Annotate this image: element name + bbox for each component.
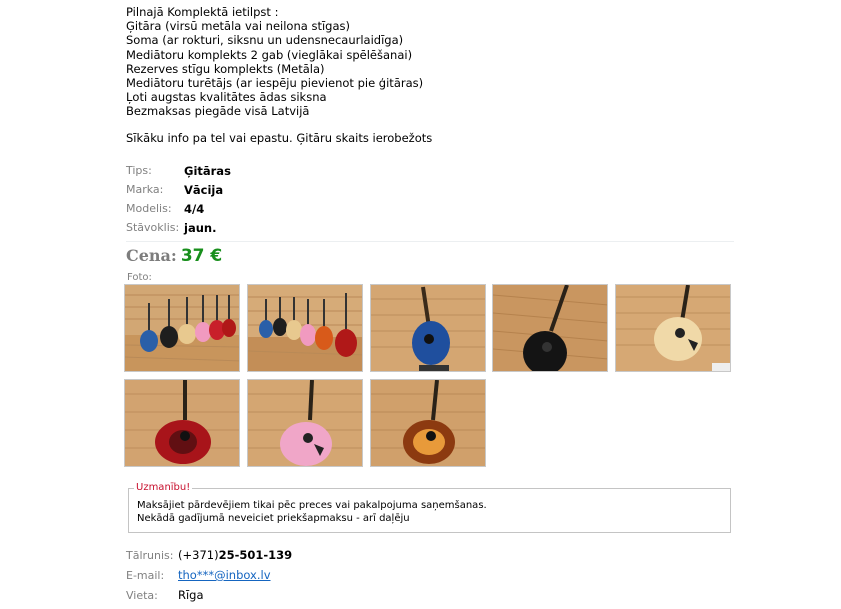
description-line: Ļoti augstas kvalitātes ādas siksna bbox=[126, 90, 327, 105]
spec-value: Ģitāras bbox=[184, 163, 231, 178]
spec-value: 4/4 bbox=[184, 201, 205, 216]
email-label: E-mail: bbox=[126, 568, 165, 582]
photos-label: Foto: bbox=[127, 272, 152, 283]
guitar-group-photo-icon bbox=[125, 285, 239, 371]
price-block: Cena: 37 € bbox=[126, 246, 222, 266]
natural-guitar-photo-icon bbox=[616, 285, 730, 371]
warning-title: Uzmanību! bbox=[134, 482, 193, 493]
phone-label: Tālrunis: bbox=[126, 548, 174, 562]
info-note: Sīkāku info pa tel vai epastu. Ģitāru sk… bbox=[126, 131, 433, 145]
divider bbox=[126, 241, 734, 242]
phone-value: (+371)25-501-139 bbox=[178, 548, 292, 562]
red-guitar-photo-icon bbox=[125, 380, 239, 466]
warning-box: Uzmanību! Maksājiet pārdevējiem tikai pē… bbox=[128, 482, 731, 533]
photo-thumbnail-6[interactable] bbox=[124, 379, 240, 467]
description-line: Bezmaksas piegāde visā Latvijā bbox=[126, 104, 310, 119]
email-link[interactable]: tho***@inbox.lv bbox=[178, 568, 271, 582]
description-line: Soma (ar rokturi, siksnu un udensnecaurl… bbox=[126, 33, 404, 48]
contact-location-row: Vieta: Rīga bbox=[126, 585, 292, 605]
warning-text: Maksājiet pārdevējiem tikai pēc preces v… bbox=[137, 500, 487, 525]
description-line: Pilnajā Komplektā ietilpst : bbox=[126, 5, 279, 19]
blue-guitar-photo-icon bbox=[371, 285, 485, 371]
price-value: 37 € bbox=[180, 246, 223, 266]
description-line: Mediātoru komplekts 2 gab (vieglākai spē… bbox=[126, 47, 413, 62]
contact-email-row: E-mail: tho***@inbox.lv bbox=[126, 565, 292, 585]
photo-thumbnail-1[interactable] bbox=[124, 284, 240, 372]
spec-row-model: Modelis: 4/4 bbox=[126, 199, 231, 218]
sunburst-guitar-photo-icon bbox=[371, 380, 485, 466]
location-label: Vieta: bbox=[126, 588, 158, 602]
contact-block: Tālrunis: (+371)25-501-139 E-mail: tho**… bbox=[126, 545, 292, 605]
photo-thumbnail-3[interactable] bbox=[370, 284, 486, 372]
spec-label: Modelis: bbox=[126, 202, 172, 215]
photo-thumbnail-8[interactable] bbox=[370, 379, 486, 467]
guitar-group-photo-icon bbox=[248, 285, 362, 371]
photo-thumbnail-4[interactable] bbox=[492, 284, 608, 372]
phone-number: 25-501-139 bbox=[218, 548, 293, 562]
description-line: Mediātoru turētājs (ar iespēju pievienot… bbox=[126, 76, 424, 91]
price-label: Cena: bbox=[126, 246, 177, 265]
spec-label: Stāvoklis: bbox=[126, 221, 180, 234]
contact-phone-row: Tālrunis: (+371)25-501-139 bbox=[126, 545, 292, 565]
photo-thumbnail-7[interactable] bbox=[247, 379, 363, 467]
ad-description: Pilnajā Komplektā ietilpst : Ģitāra (vir… bbox=[126, 5, 423, 119]
warning-line: Maksājiet pārdevējiem tikai pēc preces v… bbox=[137, 500, 487, 511]
warning-line: Nekādā gadījumā neveiciet priekšapmaksu … bbox=[137, 512, 410, 524]
spec-row-type: Tips: Ģitāras bbox=[126, 161, 231, 180]
spec-row-condition: Stāvoklis: jaun. bbox=[126, 218, 231, 237]
spec-row-brand: Marka: Vācija bbox=[126, 180, 231, 199]
spec-label: Tips: bbox=[126, 164, 152, 177]
specs-table: Tips: Ģitāras Marka: Vācija Modelis: 4/4… bbox=[126, 161, 231, 237]
black-guitar-photo-icon bbox=[493, 285, 607, 371]
spec-label: Marka: bbox=[126, 183, 164, 196]
description-line: Rezerves stīgu komplekts (Metāla) bbox=[126, 61, 325, 76]
spec-value: Vācija bbox=[184, 182, 224, 197]
photo-thumbnail-2[interactable] bbox=[247, 284, 363, 372]
pink-guitar-photo-icon bbox=[248, 380, 362, 466]
spec-value: jaun. bbox=[184, 220, 217, 235]
location-value: Rīga bbox=[178, 588, 204, 602]
phone-prefix: (+371) bbox=[178, 548, 219, 562]
photo-thumbnail-5[interactable] bbox=[615, 284, 731, 372]
description-line: Ģitāra (virsū metāla vai neilona stīgas) bbox=[126, 19, 350, 34]
